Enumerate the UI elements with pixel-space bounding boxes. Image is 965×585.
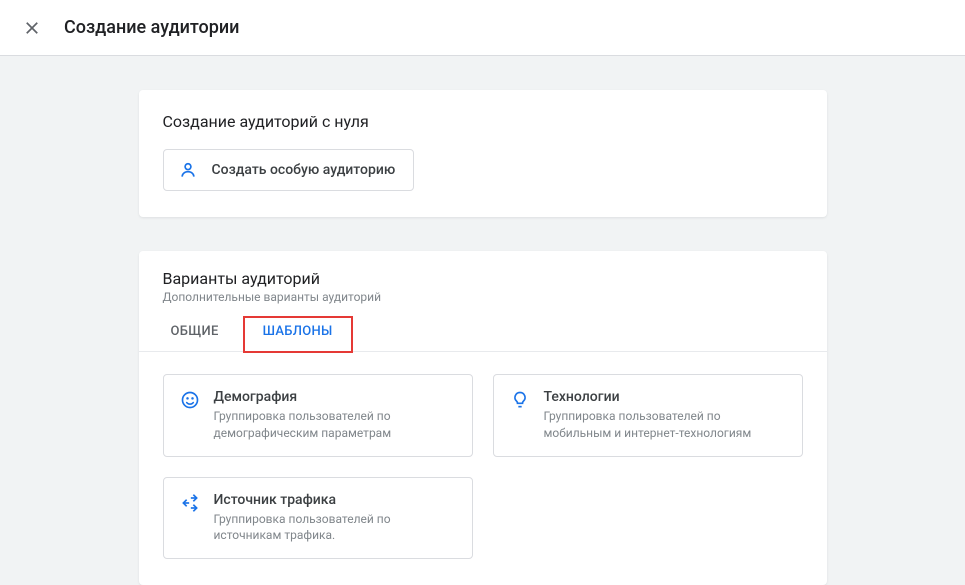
create-from-scratch-title: Создание аудиторий с нуля [163,112,803,131]
create-from-scratch-panel: Создание аудиторий с нуля Создать особую… [139,90,827,217]
close-icon [23,19,41,37]
template-demography[interactable]: Демография Группировка пользователей по … [163,374,473,457]
audience-variants-panel: Варианты аудиторий Дополнительные вариан… [139,251,827,585]
variants-subtitle: Дополнительные варианты аудиторий [163,290,803,304]
lightbulb-icon [510,390,530,410]
tab-general[interactable]: ОБЩИЕ [163,314,227,351]
template-traffic-source[interactable]: Источник трафика Группировка пользовател… [163,477,473,560]
template-grid: Демография Группировка пользователей по … [139,352,827,585]
create-custom-audience-label: Создать особую аудиторию [212,162,396,178]
template-traffic-desc: Группировка пользователей по источникам … [214,511,456,545]
page-title: Создание аудитории [64,17,239,38]
create-custom-audience-button[interactable]: Создать особую аудиторию [163,149,415,191]
template-technology-title: Технологии [544,389,786,405]
template-demography-desc: Группировка пользователей по демографиче… [214,408,456,442]
tabs: ОБЩИЕ ШАБЛОНЫ [139,314,827,352]
demography-icon [180,390,200,410]
variants-title: Варианты аудиторий [163,269,803,288]
template-demography-title: Демография [214,389,456,405]
template-traffic-title: Источник трафика [214,492,456,508]
traffic-source-icon [180,493,200,513]
close-button[interactable] [20,16,44,40]
person-icon [178,160,198,180]
template-technology-desc: Группировка пользователей по мобильным и… [544,408,786,442]
header: Создание аудитории [0,0,965,56]
variants-header: Варианты аудиторий Дополнительные вариан… [139,251,827,304]
content: Создание аудиторий с нуля Создать особую… [0,56,965,585]
tab-templates[interactable]: ШАБЛОНЫ [243,316,353,353]
template-technology[interactable]: Технологии Группировка пользователей по … [493,374,803,457]
